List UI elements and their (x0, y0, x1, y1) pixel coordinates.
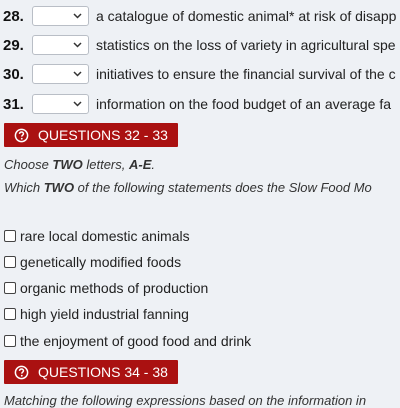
instruction-matching: Matching the following expressions based… (4, 393, 367, 408)
checkbox[interactable] (4, 230, 16, 242)
question-circle-icon (14, 365, 29, 379)
question-number: 28. (3, 7, 24, 25)
checkbox[interactable] (4, 308, 16, 320)
question-number: 30. (3, 65, 24, 83)
question-30-row: 30. initiatives to ensure the financial … (0, 63, 396, 85)
question-circle-icon (14, 128, 29, 142)
question-28-select[interactable] (32, 6, 89, 26)
question-text: statistics on the loss of variety in agr… (96, 37, 396, 53)
question-number: 29. (3, 36, 24, 54)
question-text: a catalogue of domestic animal* at risk … (96, 8, 397, 24)
option-label: rare local domestic animals (20, 228, 190, 244)
option-label: genetically modified foods (20, 254, 182, 270)
chevron-down-icon (73, 42, 82, 48)
option-b[interactable]: genetically modified foods (4, 252, 181, 272)
question-text: initiatives to ensure the financial surv… (96, 66, 396, 82)
option-label: high yield industrial fanning (20, 306, 189, 322)
question-31-select[interactable] (32, 94, 89, 114)
option-e[interactable]: the enjoyment of good food and drink (4, 331, 251, 351)
question-text: information on the food budget of an ave… (96, 96, 391, 112)
question-29-select[interactable] (32, 35, 89, 55)
checkbox[interactable] (4, 256, 16, 268)
question-number: 31. (3, 95, 24, 113)
instruction-question: Which TWO of the following statements do… (4, 180, 372, 195)
option-label: the enjoyment of good food and drink (20, 333, 252, 349)
option-label: organic methods of production (20, 280, 209, 296)
banner-label: QUESTIONS 32 - 33 (38, 127, 168, 143)
checkbox[interactable] (4, 282, 16, 294)
section-banner-32-33: QUESTIONS 32 - 33 (4, 123, 178, 147)
question-31-row: 31. information on the food budget of an… (0, 93, 391, 115)
question-30-select[interactable] (32, 64, 89, 84)
section-banner-34-38: QUESTIONS 34 - 38 (4, 360, 178, 384)
chevron-down-icon (73, 71, 82, 77)
option-c[interactable]: organic methods of production (4, 278, 208, 298)
chevron-down-icon (73, 101, 82, 107)
option-a[interactable]: rare local domestic animals (4, 226, 190, 246)
banner-label: QUESTIONS 34 - 38 (38, 364, 168, 380)
question-29-row: 29. statistics on the loss of variety in… (0, 34, 396, 56)
chevron-down-icon (73, 13, 82, 19)
option-d[interactable]: high yield industrial fanning (4, 304, 189, 324)
question-28-row: 28. a catalogue of domestic animal* at r… (0, 5, 396, 27)
checkbox[interactable] (4, 335, 16, 347)
instruction-choose: Choose TWO letters, A-E. (4, 157, 156, 172)
